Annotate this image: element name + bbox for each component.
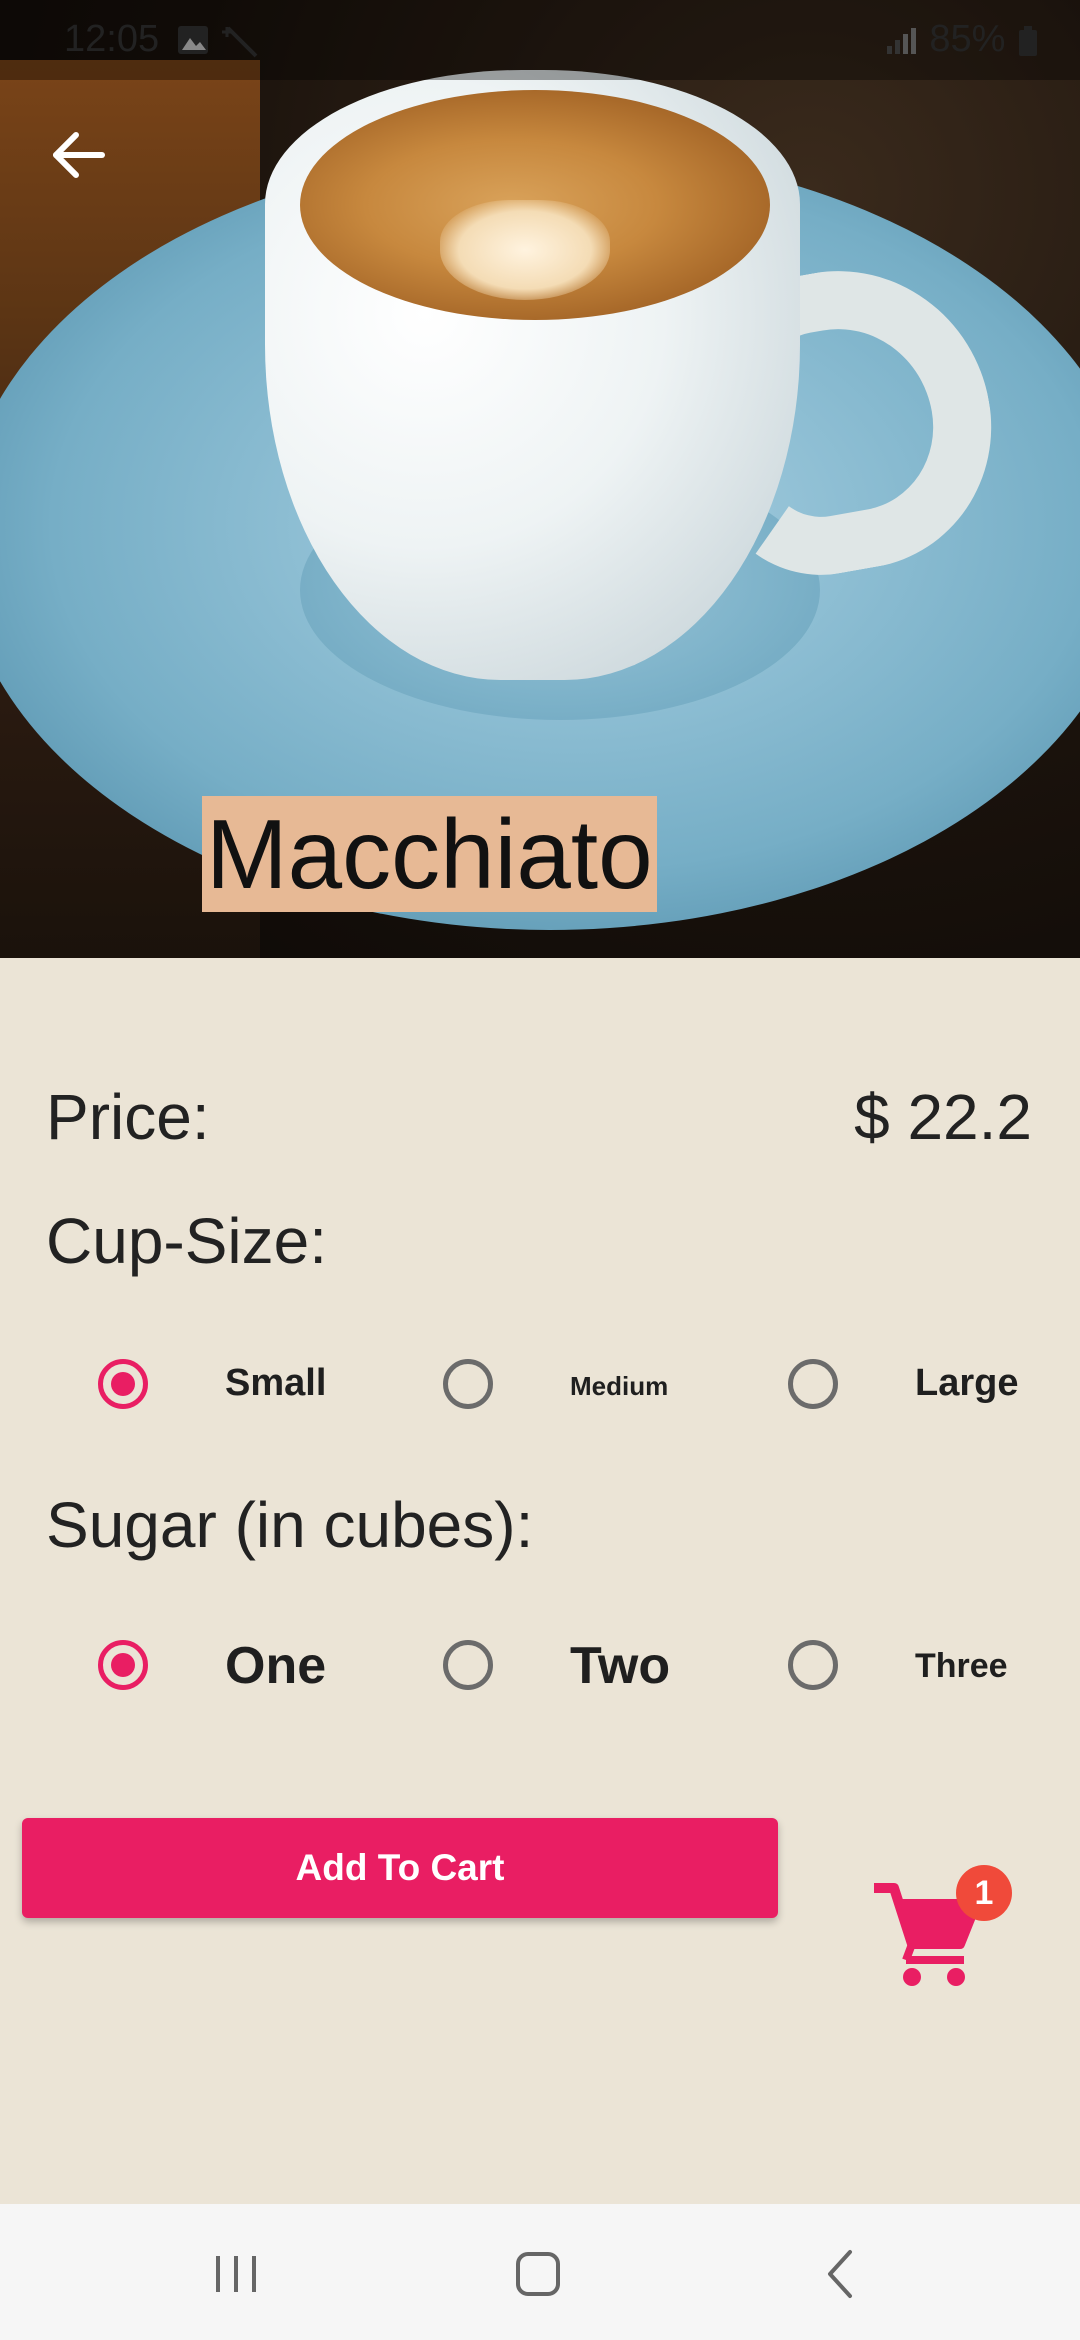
sugar-three-radio[interactable]	[788, 1640, 838, 1690]
cup-size-small-label[interactable]: Small	[225, 1362, 326, 1405]
status-time: 12:05	[64, 18, 160, 60]
cup-size-large-label[interactable]: Large	[915, 1362, 1018, 1405]
notification-icons	[176, 22, 266, 67]
sugar-label: Sugar (in cubes):	[46, 1489, 534, 1561]
sugar-two-radio[interactable]	[443, 1640, 493, 1690]
nav-back-button[interactable]	[812, 2244, 872, 2304]
home-icon	[516, 2252, 560, 2296]
battery-icon	[1019, 25, 1037, 56]
back-button[interactable]	[40, 115, 120, 195]
back-arrow-icon	[53, 132, 105, 178]
status-bar: 12:05 85%	[0, 0, 1080, 80]
cup-size-label: Cup-Size:	[46, 1205, 327, 1277]
cup-size-small-radio[interactable]	[98, 1359, 148, 1409]
sugar-three-label[interactable]: Three	[915, 1647, 1008, 1686]
price-value: $ 22.2	[854, 1081, 1032, 1153]
cup-size-large-radio[interactable]	[788, 1359, 838, 1409]
sugar-one-label[interactable]: One	[225, 1636, 326, 1696]
product-title: Macchiato	[202, 796, 657, 912]
latte-art	[440, 200, 610, 300]
status-right: 85%	[883, 18, 1040, 61]
image-notification-icon	[178, 26, 258, 58]
sugar-one-radio[interactable]	[98, 1640, 148, 1690]
price-label: Price:	[46, 1081, 210, 1153]
home-button[interactable]	[508, 2244, 568, 2304]
system-navigation-bar	[0, 2204, 1080, 2340]
cup-size-medium-radio[interactable]	[443, 1359, 493, 1409]
recents-button[interactable]	[206, 2244, 266, 2304]
signal-icon	[886, 27, 916, 54]
battery-percent: 85%	[929, 18, 1006, 60]
cart-count-badge: 1	[956, 1865, 1012, 1921]
cup-size-medium-label[interactable]: Medium	[570, 1371, 668, 1402]
sugar-two-label[interactable]: Two	[570, 1636, 670, 1696]
add-to-cart-button[interactable]: Add To Cart	[22, 1818, 778, 1918]
recents-icon	[216, 2256, 256, 2292]
nav-back-icon	[828, 2250, 852, 2298]
